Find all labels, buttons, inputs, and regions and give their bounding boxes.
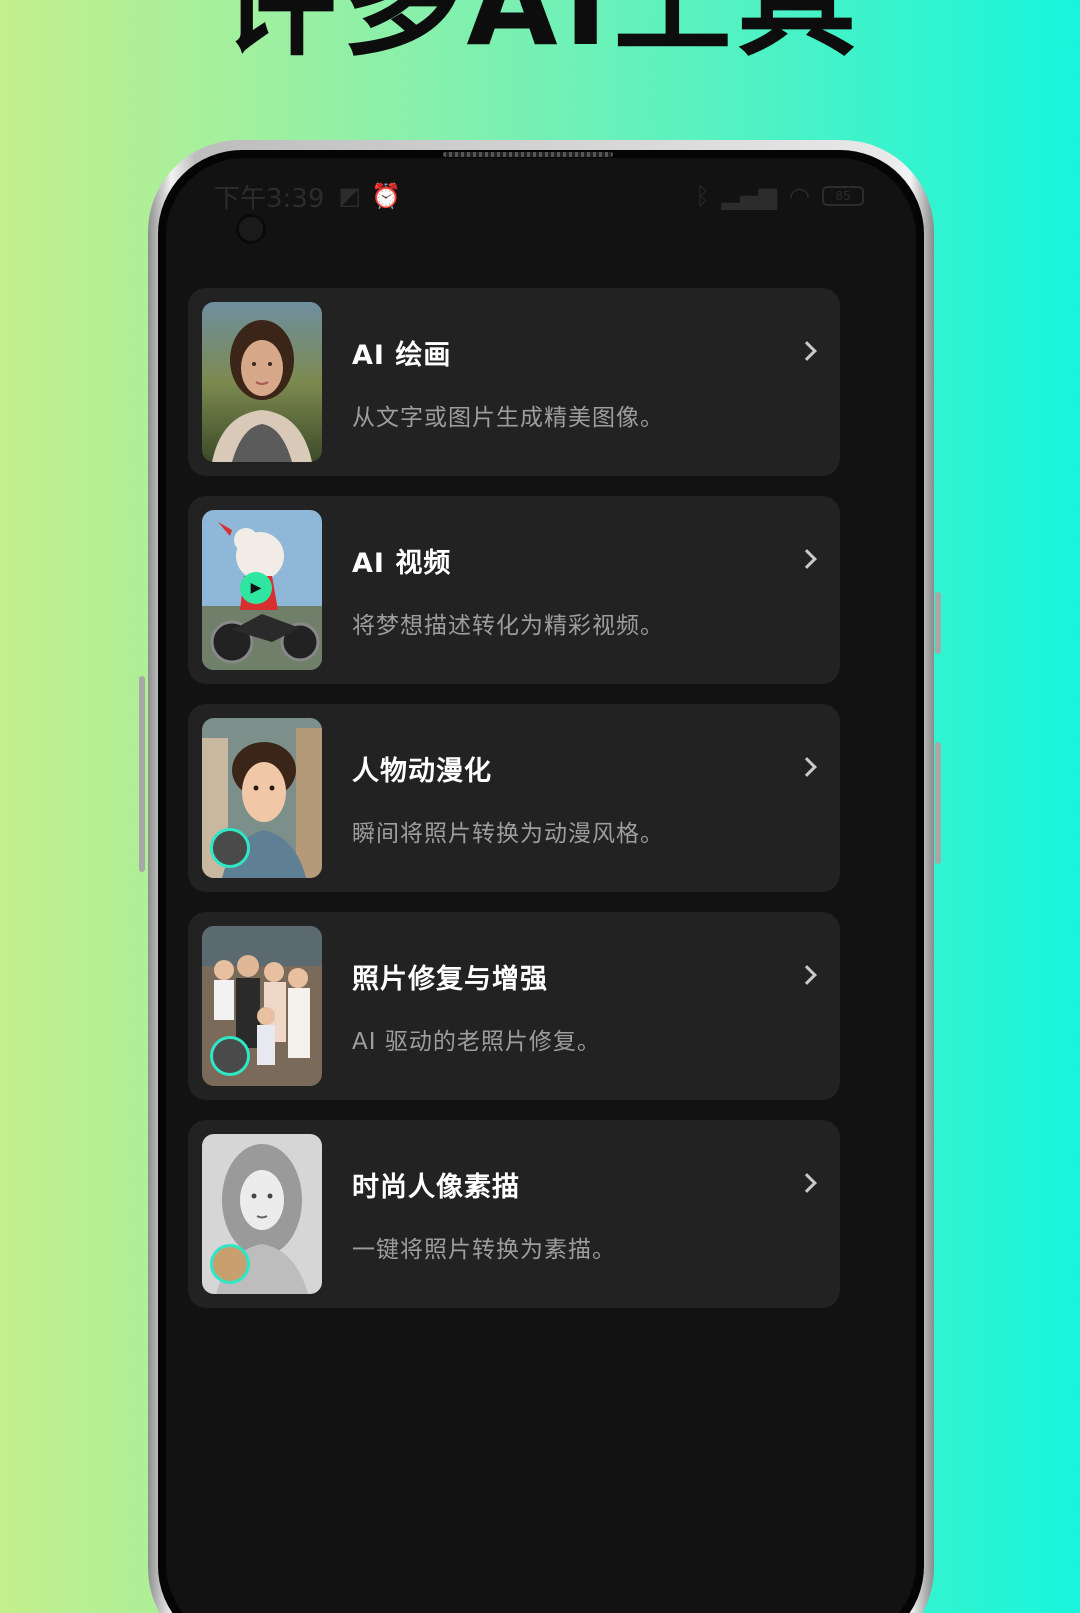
front-camera: [236, 214, 266, 244]
feature-description: 将梦想描述转化为精彩视频。: [352, 612, 664, 639]
feature-card-text: AI 绘画 从文字或图片生成精美图像。: [352, 333, 826, 432]
status-time: 下午3:39: [214, 183, 325, 214]
phone-frame: 下午3:39 ◩ ⏰ ᛒ ▂▄▆ ◠ 85 AI 绘画 从文字或图片生成精美图像…: [148, 140, 934, 1613]
phone-right-button-upper: [935, 592, 941, 654]
original-photo-badge: [210, 1036, 250, 1076]
woman-portrait-image: [202, 302, 322, 462]
feature-description: 从文字或图片生成精美图像。: [352, 404, 664, 431]
feature-title: AI 视频: [352, 547, 452, 579]
feature-card-text: 人物动漫化 瞬间将照片转换为动漫风格。: [352, 749, 826, 848]
promo-title: 许多AI工具: [218, 0, 862, 72]
status-icons: ᛒ ▂▄▆ ◠ 85: [695, 182, 864, 210]
phone-screen: 下午3:39 ◩ ⏰ ᛒ ▂▄▆ ◠ 85 AI 绘画 从文字或图片生成精美图像…: [166, 158, 916, 1613]
original-photo-badge: [210, 828, 250, 868]
feature-card-ai-painting[interactable]: AI 绘画 从文字或图片生成精美图像。: [188, 288, 840, 476]
feature-description: AI 驱动的老照片修复。: [352, 1028, 601, 1055]
thumbnail-anime-man-image: [202, 718, 322, 878]
feature-card-anime[interactable]: 人物动漫化 瞬间将照片转换为动漫风格。: [188, 704, 840, 892]
feature-list: AI 绘画 从文字或图片生成精美图像。 ▶ AI 视频 将梦想描述转化为精彩视频…: [188, 288, 840, 1308]
phone-left-button: [139, 676, 145, 872]
feature-title: AI 绘画: [352, 339, 452, 371]
feature-description: 瞬间将照片转换为动漫风格。: [352, 820, 664, 847]
battery-icon: 85: [822, 186, 864, 206]
wifi-icon: ◠: [789, 182, 810, 210]
feature-title: 人物动漫化: [352, 755, 492, 787]
thumbnail-woman-portrait-image: [202, 302, 322, 462]
feature-card-text: 时尚人像素描 一键将照片转换为素描。: [352, 1165, 826, 1264]
phone-bezel: 下午3:39 ◩ ⏰ ᛒ ▂▄▆ ◠ 85 AI 绘画 从文字或图片生成精美图像…: [158, 150, 924, 1613]
alarm-icon: ⏰: [371, 182, 401, 210]
feature-card-ai-video[interactable]: ▶ AI 视频 将梦想描述转化为精彩视频。: [188, 496, 840, 684]
feature-title: 时尚人像素描: [352, 1171, 520, 1203]
bluetooth-icon: ᛒ: [695, 182, 710, 210]
feature-card-text: 照片修复与增强 AI 驱动的老照片修复。: [352, 957, 826, 1056]
feature-card-photo-restore[interactable]: 照片修复与增强 AI 驱动的老照片修复。: [188, 912, 840, 1100]
original-photo-badge: [210, 1244, 250, 1284]
status-bar: 下午3:39 ◩ ⏰ ᛒ ▂▄▆ ◠ 85: [166, 176, 916, 216]
feature-description: 一键将照片转换为素描。: [352, 1236, 616, 1263]
thumbnail-family-photo-image: [202, 926, 322, 1086]
thumbnail-sketch-portrait-image: [202, 1134, 322, 1294]
phone-right-button-lower: [935, 742, 941, 864]
feature-card-text: AI 视频 将梦想描述转化为精彩视频。: [352, 541, 826, 640]
notification-icon: ◩: [338, 182, 362, 210]
feature-title: 照片修复与增强: [352, 963, 548, 995]
signal-icon: ▂▄▆: [721, 182, 778, 210]
thumbnail-dog-on-motorcycle-image: ▶: [202, 510, 322, 670]
play-icon: ▶: [240, 572, 272, 604]
earpiece-speaker: [443, 152, 613, 157]
feature-card-sketch[interactable]: 时尚人像素描 一键将照片转换为素描。: [188, 1120, 840, 1308]
